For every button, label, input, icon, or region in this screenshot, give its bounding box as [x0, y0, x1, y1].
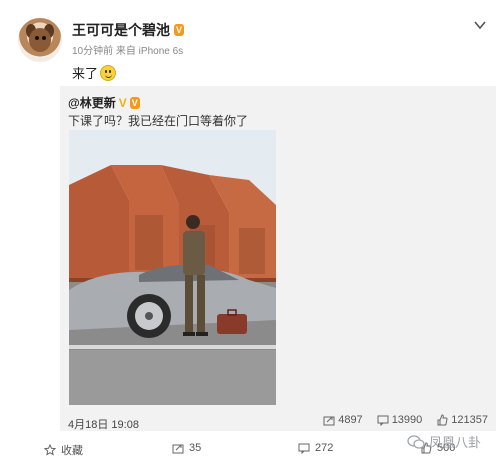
comment-icon [377, 415, 389, 426]
star-icon [44, 444, 56, 456]
stat-likes[interactable]: 121357 [436, 414, 488, 426]
username-text[interactable]: 王可可是个碧池 [72, 20, 170, 40]
comments-count: 13990 [391, 414, 423, 426]
post-date: 4月18日 19:08 [68, 419, 139, 431]
like-icon [437, 414, 448, 426]
chevron-down-icon[interactable] [473, 18, 487, 32]
stat-reposts[interactable]: 4897 [323, 414, 363, 426]
photo-scene [69, 130, 276, 405]
vip-badge-icon: V [129, 96, 140, 109]
favorite-button[interactable]: 收藏 [44, 442, 83, 458]
watermark: 凤凰八卦 [407, 432, 481, 451]
username[interactable]: 王可可是个碧池 V [72, 20, 185, 40]
post-meta: 10分钟前 来自 iPhone 6s [72, 46, 184, 57]
comment-count: 272 [315, 442, 334, 454]
wechat-icon [407, 434, 425, 449]
stat-comments[interactable]: 13990 [377, 414, 423, 426]
smiley-icon [100, 64, 117, 81]
vip-badge-icon: V [174, 24, 185, 36]
reposts-count: 4897 [338, 414, 363, 426]
ref-user-name[interactable]: @林更新 [68, 94, 116, 111]
repost-stats: 4897 13990 121357 [323, 414, 488, 426]
repost-button[interactable]: 35 [172, 442, 201, 454]
post-text-content: 来了 [72, 66, 99, 81]
ref-user[interactable]: @林更新 V V [68, 94, 140, 111]
verified-icon: V [118, 95, 127, 110]
repost-icon [172, 444, 184, 454]
comment-icon [298, 443, 310, 454]
avatar[interactable] [18, 18, 62, 62]
repost-count: 35 [189, 442, 202, 454]
ref-text: 下课了吗？我已经在门口等着你了 [68, 114, 249, 128]
repost-card[interactable]: @林更新 V V 下课了吗？我已经在门口等着你了 4月18日 19:08 489… [60, 86, 496, 431]
likes-count: 121357 [451, 414, 488, 426]
repost-icon [323, 416, 335, 426]
watermark-text: 凤凰八卦 [428, 435, 481, 450]
post-text: 来了 [72, 63, 117, 82]
comment-button[interactable]: 272 [298, 442, 333, 454]
post-photo[interactable] [69, 130, 276, 405]
favorite-label: 收藏 [61, 445, 83, 457]
